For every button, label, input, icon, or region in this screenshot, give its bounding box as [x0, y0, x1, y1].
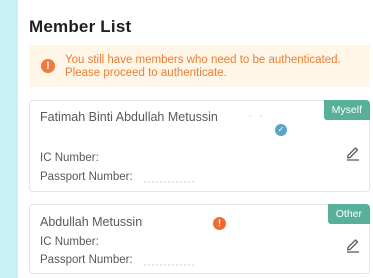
member-tag: Other	[327, 204, 370, 224]
exclamation-circle-icon: !	[213, 217, 226, 230]
passport-number-field: Passport Number:	[40, 171, 194, 183]
masked-value	[143, 260, 194, 266]
ic-number-field: IC Number:	[40, 152, 99, 164]
ic-number-label: IC Number:	[40, 236, 99, 248]
ic-number-label: IC Number:	[40, 152, 99, 164]
passport-number-field: Passport Number:	[40, 254, 194, 266]
masked-value	[143, 177, 194, 183]
exclamation-circle-icon: !	[41, 59, 55, 73]
masked-dot	[260, 115, 262, 117]
member-card[interactable]: Myself Fatimah Binti Abdullah Metussin ✓…	[29, 100, 370, 192]
passport-number-label: Passport Number:	[40, 171, 133, 183]
authentication-alert: ! You still have members who need to be …	[29, 45, 370, 87]
edit-pencil-icon[interactable]	[344, 235, 362, 253]
edit-pencil-icon[interactable]	[344, 143, 362, 161]
edit-pencil-svg	[346, 147, 359, 161]
page-title: Member List	[29, 17, 132, 36]
member-list-panel: Member List ! You still have members who…	[18, 0, 373, 278]
member-tag: Myself	[323, 100, 370, 120]
check-circle-icon: ✓	[275, 124, 287, 136]
alert-message: You still have members who need to be au…	[65, 54, 341, 79]
masked-dot	[249, 115, 251, 117]
member-name: Fatimah Binti Abdullah Metussin	[40, 110, 218, 124]
member-name: Abdullah Metussin	[40, 215, 143, 229]
edit-pencil-svg	[346, 239, 359, 253]
passport-number-label: Passport Number:	[40, 254, 133, 266]
ic-number-field: IC Number:	[40, 236, 99, 248]
member-card[interactable]: Other Abdullah Metussin ! IC Number: Pas…	[29, 204, 370, 274]
